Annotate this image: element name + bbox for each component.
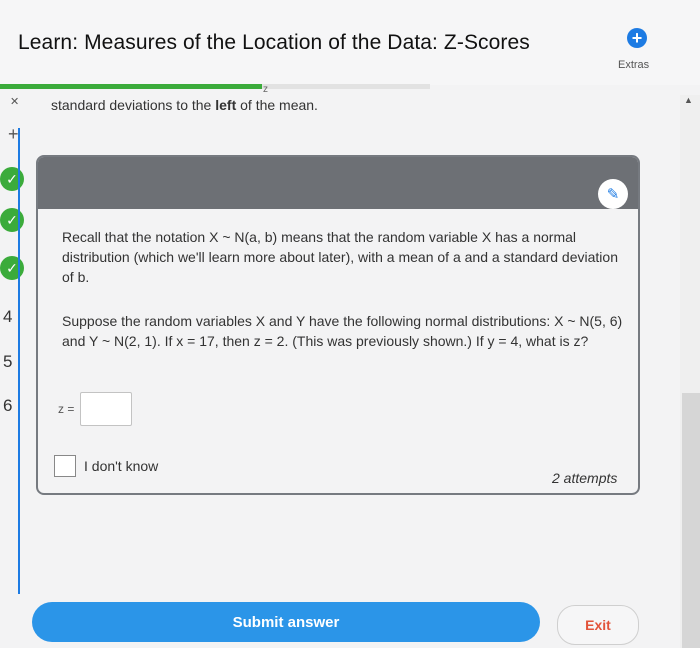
rail-item-6[interactable]: 6 [3,396,12,416]
shuffle-icon[interactable]: ✕ [10,95,19,108]
intro-text: standard deviations to the left of the m… [51,97,318,113]
extras-button[interactable]: + [622,26,652,50]
check-circle-icon[interactable]: ✓ [0,256,24,280]
dont-know-option[interactable]: I don't know [54,455,158,477]
stray-z-text: z [263,84,268,95]
scrollbar-thumb[interactable] [682,393,700,648]
extras-label: Extras [618,59,650,71]
add-icon[interactable]: + [8,124,19,145]
header: Learn: Measures of the Location of the D… [0,0,700,85]
question-card: ✎ Recall that the notation X ~ N(a, b) m… [36,155,640,495]
answer-input[interactable] [80,392,133,426]
rail-item-4[interactable]: 4 [3,307,12,327]
attempts-count: 2 attempts [552,470,618,486]
submit-answer-button[interactable]: Submit answer [32,602,540,642]
page-title: Learn: Measures of the Location of the D… [18,31,530,54]
answer-label: z = [58,402,75,416]
plus-circle-icon: + [627,28,647,48]
question-card-header [38,157,638,209]
answer-row: z = [58,392,133,426]
scroll-up-icon[interactable]: ▲ [684,95,693,105]
rail-item-5[interactable]: 5 [3,352,12,372]
dont-know-checkbox[interactable] [54,455,76,477]
check-circle-icon[interactable]: ✓ [0,167,24,191]
check-circle-icon[interactable]: ✓ [0,208,24,232]
notation-paragraph: Recall that the notation X ~ N(a, b) mea… [62,229,618,285]
exit-button[interactable]: Exit [557,605,639,645]
rail-divider [18,128,20,594]
pencil-icon: ✎ [606,186,620,203]
edit-button[interactable]: ✎ [598,179,628,209]
progress-bar-fill [0,84,263,89]
dont-know-label: I don't know [84,458,159,474]
progress-bar [0,84,430,89]
problem-paragraph: Suppose the random variables X and Y hav… [62,313,623,349]
